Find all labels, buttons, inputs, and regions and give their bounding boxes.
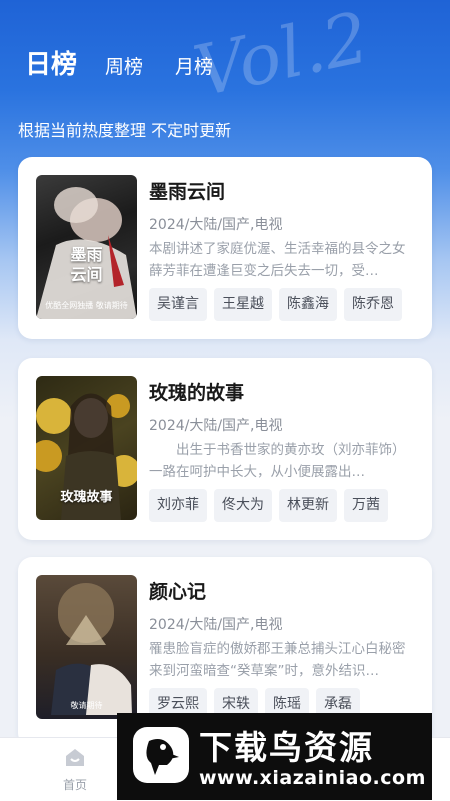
actor-chip[interactable]: 陈鑫海 — [279, 288, 337, 321]
drama-meta: 2024/大陆/国产,电视 — [149, 617, 283, 633]
poster-art — [51, 583, 132, 715]
actor-chip[interactable]: 林更新 — [279, 489, 337, 522]
drama-meta: 2024/大陆/国产,电视 — [149, 418, 283, 434]
actor-chip[interactable]: 刘亦菲 — [149, 489, 207, 522]
drama-description: 罹患脸盲症的傲娇郡王兼总捕头江心白秘密来到河蛮暗查“癸草案”时，意外结识… — [149, 641, 406, 679]
actor-chip[interactable]: 陈乔恩 — [344, 288, 402, 321]
drama-description: 出生于书香世家的黄亦玫（刘亦菲饰）一路在呵护中长大，从小便展露出… — [149, 442, 406, 480]
actor-chip[interactable]: 万茜 — [344, 489, 388, 522]
tab-daily[interactable]: 日榜 — [25, 44, 77, 81]
nav-home[interactable]: 首页 — [50, 746, 100, 793]
drama-card[interactable]: 墨雨 云间 优酷全网独播 敬请期待 墨雨云间 2024/大陆/国产,电视 本剧讲述… — [18, 157, 432, 339]
actor-chip[interactable]: 王星越 — [214, 288, 272, 321]
actor-list: 刘亦菲 佟大为 林更新 万茜 — [149, 489, 388, 522]
ranking-tabs: 日榜 周榜 月榜 — [25, 44, 245, 81]
drama-title[interactable]: 玫瑰的故事 — [149, 378, 244, 405]
tab-weekly[interactable]: 周榜 — [105, 52, 143, 81]
poster-image[interactable]: 玫瑰故事 — [36, 376, 137, 520]
poster-tag-text: 优酷全网独播 敬请期待 — [45, 301, 128, 310]
watermark-url: www.xiazainiao.com — [199, 767, 426, 789]
nav-home-label: 首页 — [62, 778, 87, 792]
watermark-title: 下载鸟资源 — [199, 728, 374, 767]
watermark-banner: 下载鸟资源 www.xiazainiao.com — [117, 713, 432, 800]
poster-image[interactable]: 敬请期待 — [36, 575, 137, 719]
ranking-subtitle: 根据当前热度整理 不定时更新 — [18, 121, 232, 140]
drama-title[interactable]: 墨雨云间 — [149, 177, 225, 204]
drama-description: 本剧讲述了家庭优渥、生活幸福的县令之女薛芳菲在遭逢巨变之后失去一切，受… — [149, 241, 406, 279]
poster-tag-text: 敬请期待 — [70, 701, 103, 710]
drama-title[interactable]: 颜心记 — [149, 577, 206, 604]
drama-meta: 2024/大陆/国产,电视 — [149, 217, 283, 233]
tab-monthly[interactable]: 月榜 — [175, 52, 213, 81]
poster-image[interactable]: 墨雨 云间 优酷全网独播 敬请期待 — [36, 175, 137, 319]
actor-chip[interactable]: 吴谨言 — [149, 288, 207, 321]
home-icon — [66, 749, 84, 766]
actor-list: 吴谨言 王星越 陈鑫海 陈乔恩 — [149, 288, 402, 321]
poster-title-text: 墨雨 云间 — [70, 245, 103, 284]
actor-chip[interactable]: 佟大为 — [214, 489, 272, 522]
drama-card[interactable]: 玫瑰故事 玫瑰的故事 2024/大陆/国产,电视 出生于书香世家的黄亦玫（刘亦菲… — [18, 358, 432, 540]
poster-title-text: 玫瑰故事 — [60, 490, 113, 505]
banner-decoration: Vol.2 — [187, 0, 376, 113]
bird-logo-icon — [133, 727, 189, 783]
